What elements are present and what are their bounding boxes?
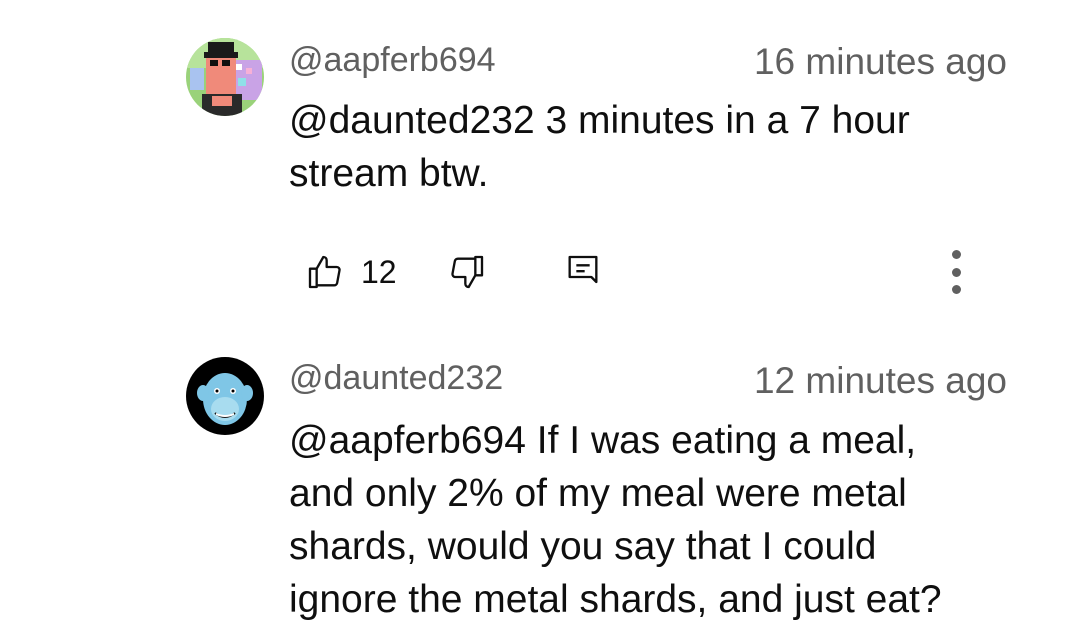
comment-text: @daunted232 3 minutes in a 7 hour stream… (289, 94, 1019, 200)
more-vertical-icon (951, 250, 961, 259)
comment-text-line: and only 2% of my meal were metal (289, 472, 907, 515)
avatar-aapferb694[interactable] (186, 38, 264, 116)
like-button[interactable] (303, 250, 347, 294)
like-count: 12 (361, 254, 397, 290)
more-options-button[interactable] (941, 244, 971, 300)
comment-timestamp[interactable]: 16 minutes ago (754, 41, 1007, 83)
comment-timestamp[interactable]: 12 minutes ago (754, 360, 1007, 402)
pixel-art-avatar-icon (186, 38, 264, 116)
dislike-button[interactable] (445, 250, 489, 294)
comment-thread: @aapferb694 16 minutes ago @daunted232 3… (0, 0, 1080, 641)
comment-text-line: ignore the metal shards, and just eat? (289, 578, 942, 621)
thumbs-up-icon (308, 255, 341, 289)
comment-actions: 12 (289, 250, 1009, 300)
reply-icon (568, 255, 598, 284)
comment-text-line: @aapferb694 If I was eating a meal, (289, 419, 917, 462)
comment-author[interactable]: @aapferb694 (289, 40, 496, 80)
comment-text-line: shards, would you say that I could (289, 525, 877, 568)
comment-text-line: stream btw. (289, 152, 489, 195)
reply-button[interactable] (561, 250, 605, 294)
comment-text-line: @daunted232 3 minutes in a 7 hour (289, 99, 910, 142)
comment-text: @aapferb694 If I was eating a meal, and … (289, 414, 1019, 626)
avatar-daunted232[interactable] (186, 357, 264, 435)
thumbs-down-icon (451, 255, 484, 289)
blue-ape-avatar-icon (186, 357, 264, 435)
comment-author[interactable]: @daunted232 (289, 358, 503, 398)
